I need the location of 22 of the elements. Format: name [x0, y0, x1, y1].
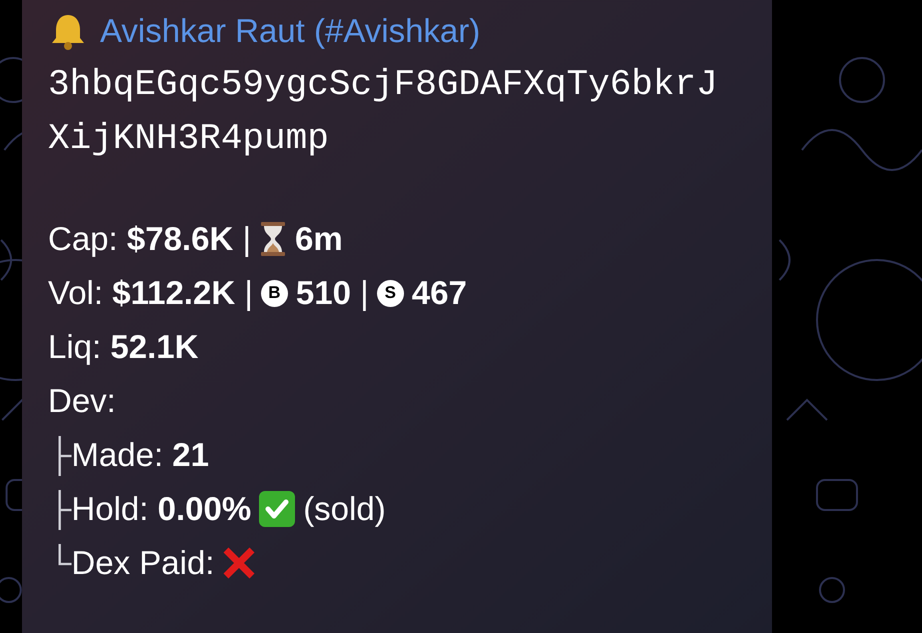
sender-name[interactable]: Avishkar Raut (#Avishkar): [100, 4, 480, 58]
tree-branch: ├: [48, 482, 72, 536]
message-text: Cap: $78.6K |: [48, 219, 252, 259]
message-text: 467: [412, 273, 467, 313]
check-icon: [259, 491, 296, 527]
letter-badge: S: [376, 280, 404, 306]
message-text: Hold: 0.00%: [71, 489, 252, 527]
message-text: 6m: [295, 219, 343, 259]
cross-icon: [222, 546, 256, 580]
message-text: Liq: 52.1K: [48, 327, 198, 367]
message-text: Dex Paid:: [71, 543, 214, 583]
tree-branch: └: [48, 543, 72, 583]
message-text: (sold): [303, 489, 386, 529]
message-text: Vol: $112.2K |: [48, 273, 253, 313]
message-text: 510 |: [296, 273, 369, 313]
hourglass-icon: [259, 221, 288, 257]
tree-branch: ├: [48, 428, 72, 482]
message-text: Dev:: [48, 381, 116, 421]
token-address: XijKNH3R4pump: [48, 117, 329, 161]
token-address: 3hbqEGqc59ygcScjF8GDAFXqTy6bkrJ: [48, 63, 718, 107]
message-text: Made: 21: [71, 435, 209, 473]
letter-badge: B: [260, 280, 288, 306]
